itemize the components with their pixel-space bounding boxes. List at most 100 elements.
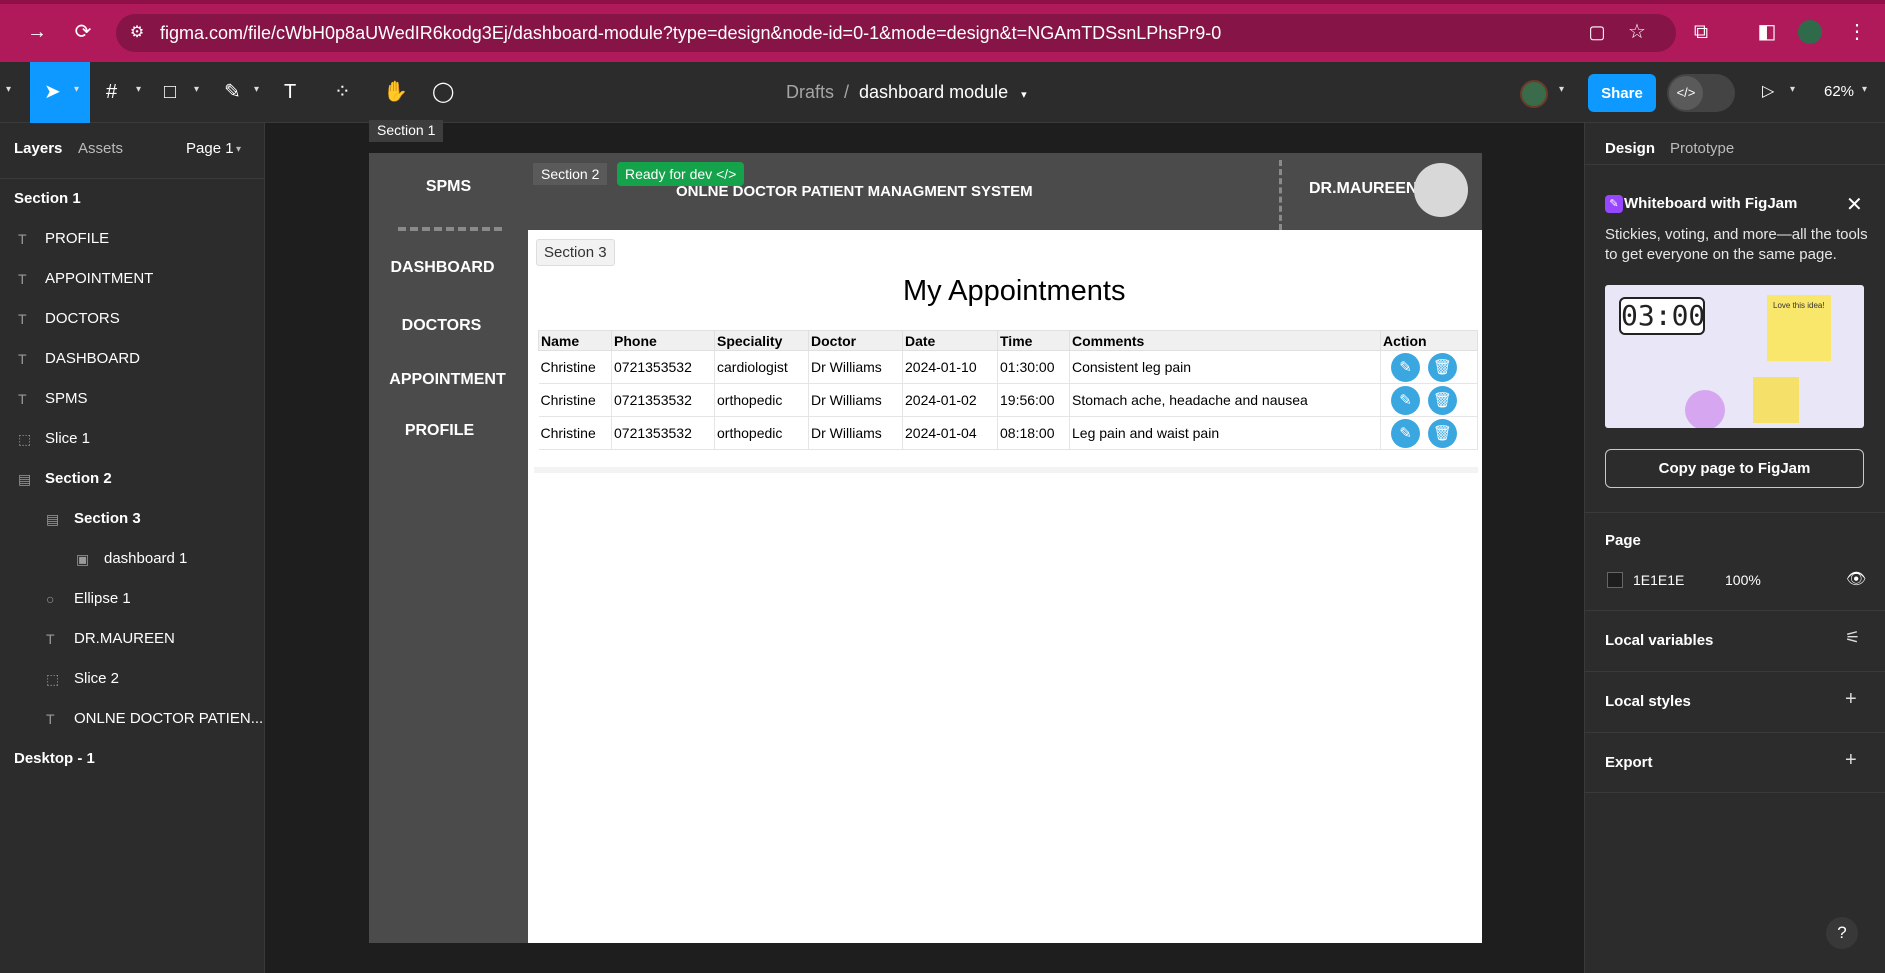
ready-for-dev-badge[interactable]: Ready for dev </>: [617, 162, 745, 186]
main-menu-chevron-icon[interactable]: ▾: [6, 84, 11, 95]
chevron-down-icon[interactable]: ▾: [254, 84, 259, 95]
layer-item[interactable]: T DOCTORS: [0, 299, 265, 339]
layer-item[interactable]: T DR.MAUREEN: [0, 619, 265, 659]
present-play-icon[interactable]: ▷: [1762, 80, 1774, 104]
text-icon: T: [46, 711, 55, 727]
menu-kebab-icon[interactable]: ⋮: [1844, 20, 1870, 44]
share-button[interactable]: Share: [1588, 74, 1656, 112]
layer-item[interactable]: ⬚ Slice 1: [0, 419, 265, 459]
section-3-label[interactable]: Section 3: [536, 239, 615, 266]
layer-item[interactable]: ▣ dashboard 1: [0, 539, 265, 579]
layer-label: dashboard 1: [104, 550, 188, 567]
zoom-level[interactable]: 62%: [1824, 83, 1854, 100]
profile-avatar-icon[interactable]: [1798, 20, 1822, 44]
tab-layers[interactable]: Layers: [14, 140, 62, 157]
desktop-frame[interactable]: [369, 153, 1482, 943]
edit-icon[interactable]: ✎: [1391, 352, 1420, 382]
chevron-down-icon[interactable]: ▾: [1559, 84, 1564, 95]
collaborator-avatar[interactable]: [1520, 80, 1548, 108]
add-style-plus-icon[interactable]: +: [1845, 688, 1857, 711]
tab-assets[interactable]: Assets: [78, 140, 123, 157]
text-tool-icon[interactable]: T: [284, 80, 296, 104]
nav-doctors[interactable]: DOCTORS: [362, 317, 521, 335]
panel-divider: [1585, 610, 1885, 611]
section-1-label[interactable]: Section 1: [369, 120, 444, 142]
help-button[interactable]: ?: [1826, 917, 1858, 949]
tab-design[interactable]: Design: [1605, 140, 1655, 157]
figjam-preview-image: 03:00 Love this idea!: [1605, 285, 1864, 428]
layer-item[interactable]: ⬚ Slice 2: [0, 659, 265, 699]
url-text[interactable]: figma.com/file/cWbH0p8aUWedIR6kodg3Ej/da…: [160, 23, 1221, 44]
layer-item[interactable]: T SPMS: [0, 379, 265, 419]
bookmark-star-icon[interactable]: ☆: [1624, 20, 1650, 44]
table-header-row: Name Phone Speciality Doctor Date Time C…: [538, 330, 1478, 351]
pen-tool-icon[interactable]: ✎: [224, 80, 241, 104]
rectangle-tool-icon[interactable]: □: [164, 80, 176, 104]
tab-prototype[interactable]: Prototype: [1670, 140, 1734, 157]
column-header: Comments: [1069, 330, 1381, 351]
close-icon[interactable]: ✕: [1846, 192, 1863, 217]
delete-icon[interactable]: 🗑: [1428, 418, 1457, 448]
slice-divider: [1279, 160, 1282, 230]
nav-dashboard[interactable]: DASHBOARD: [363, 259, 522, 277]
layer-label: PROFILE: [45, 230, 110, 247]
forward-icon[interactable]: →: [24, 20, 50, 44]
chevron-down-icon[interactable]: ▾: [136, 84, 141, 95]
nav-profile[interactable]: PROFILE: [360, 422, 519, 440]
frame-tool-icon[interactable]: #: [106, 80, 117, 104]
variables-settings-icon[interactable]: ⚟: [1845, 628, 1860, 648]
side-panel-icon[interactable]: ◧: [1754, 20, 1780, 44]
chevron-down-icon[interactable]: ▾: [236, 144, 241, 155]
tab-strip: [0, 0, 1885, 4]
move-tool-button[interactable]: ➤ ▾: [30, 62, 90, 123]
edit-icon[interactable]: ✎: [1391, 418, 1420, 448]
layer-item[interactable]: Desktop - 1: [0, 739, 265, 779]
chevron-down-icon[interactable]: ▾: [1021, 89, 1027, 101]
cell-time: 01:30:00: [997, 350, 1070, 384]
cell-name: Christine: [538, 383, 612, 417]
page-color-value[interactable]: 1E1E1E: [1633, 572, 1684, 588]
layer-item[interactable]: T APPOINTMENT: [0, 259, 265, 299]
section-2-label[interactable]: Section 2: [533, 163, 608, 185]
layer-item[interactable]: T ONLNE DOCTOR PATIEN...: [0, 699, 265, 739]
layer-item[interactable]: T DASHBOARD: [0, 339, 265, 379]
cell-name: Christine: [538, 350, 612, 384]
copy-to-figjam-button[interactable]: Copy page to FigJam: [1605, 449, 1864, 488]
layer-label: ONLNE DOCTOR PATIEN...: [74, 710, 264, 727]
nav-appointment[interactable]: APPOINTMENT: [368, 371, 527, 389]
local-variables-label[interactable]: Local variables: [1605, 632, 1713, 649]
add-export-plus-icon[interactable]: +: [1845, 749, 1857, 772]
layer-item[interactable]: Section 1: [0, 179, 265, 219]
chevron-down-icon[interactable]: ▾: [1862, 84, 1867, 95]
breadcrumb-drafts[interactable]: Drafts: [786, 82, 834, 102]
extensions-icon[interactable]: ⧉: [1688, 20, 1714, 44]
page-color-swatch[interactable]: [1607, 572, 1623, 588]
delete-icon[interactable]: 🗑: [1428, 385, 1457, 415]
table-row: Christine 0721353532 orthopedic Dr Willi…: [538, 383, 1478, 417]
cell-comments: Stomach ache, headache and nausea: [1069, 383, 1381, 417]
eye-icon[interactable]: 👁: [1846, 569, 1866, 589]
site-info-icon[interactable]: ⚙: [124, 21, 150, 45]
chevron-down-icon[interactable]: ▾: [1790, 84, 1795, 95]
page-opacity-value[interactable]: 100%: [1725, 572, 1761, 588]
cell-time: 19:56:00: [997, 383, 1070, 417]
dev-mode-toggle[interactable]: </>: [1667, 74, 1735, 112]
resources-icon[interactable]: ⁘: [334, 80, 351, 104]
edit-icon[interactable]: ✎: [1391, 385, 1420, 415]
sticky-note: Love this idea!: [1767, 295, 1831, 361]
page-selector[interactable]: Page 1: [186, 140, 234, 157]
delete-icon[interactable]: 🗑: [1428, 352, 1457, 382]
layer-item[interactable]: ▤ Section 3: [0, 499, 265, 539]
chevron-down-icon[interactable]: ▾: [194, 84, 199, 95]
layer-item[interactable]: ▤ Section 2: [0, 459, 265, 499]
hand-tool-icon[interactable]: ✋: [383, 80, 408, 104]
cell-actions: ✎ 🗑: [1380, 383, 1478, 417]
figma-toolbar: ▾ ➤ ▾ # ▾ □ ▾ ✎ ▾ T ⁘ ✋ ◯ Drafts / dashboa…: [0, 62, 1885, 123]
file-name[interactable]: dashboard module: [859, 82, 1008, 102]
layer-item[interactable]: ○ Ellipse 1: [0, 579, 265, 619]
cell-name: Christine: [538, 416, 612, 450]
layer-item[interactable]: T PROFILE: [0, 219, 265, 259]
clipboard-icon[interactable]: ▢: [1584, 20, 1610, 44]
reload-icon[interactable]: ⟳: [70, 20, 96, 44]
comment-tool-icon[interactable]: ◯: [432, 80, 454, 104]
